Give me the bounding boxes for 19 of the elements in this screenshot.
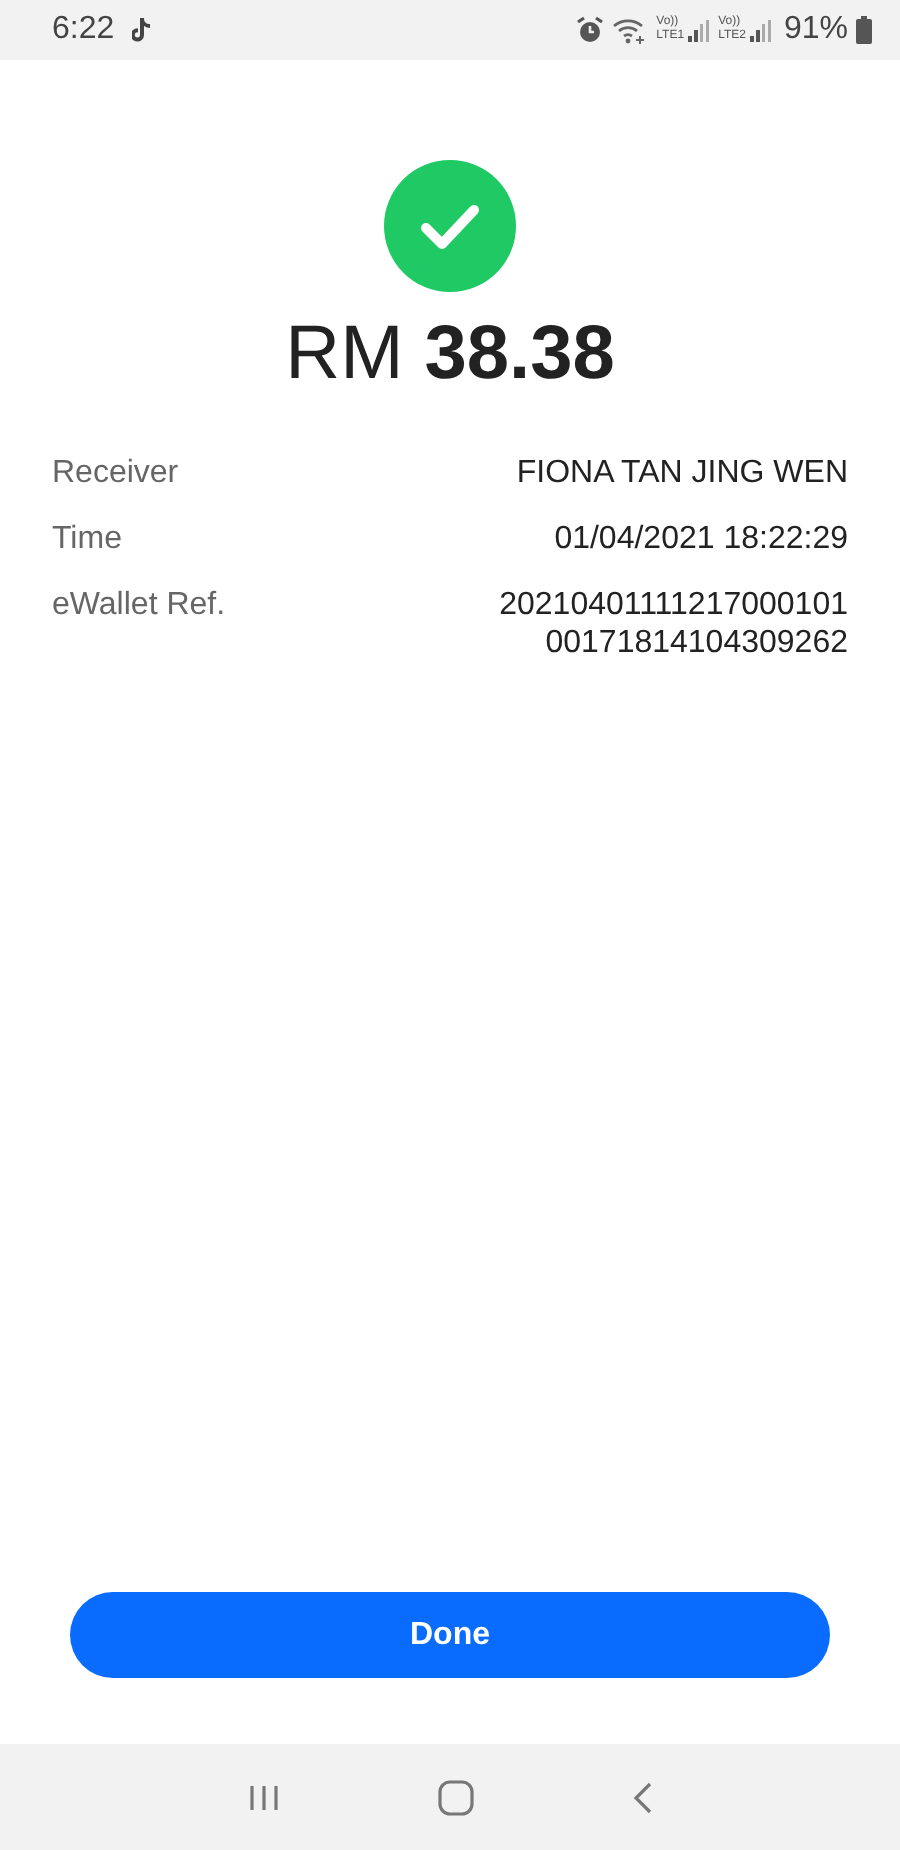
amount-text: RM 38.38 (285, 312, 615, 398)
alarm-icon (576, 16, 605, 44)
detail-label: Receiver (52, 454, 179, 492)
detail-label: eWallet Ref. (52, 586, 226, 626)
wifi-icon (612, 17, 649, 43)
detail-value: FIONA TAN JING WEN (516, 454, 848, 492)
detail-value: 20210401111217000101 00171814104309262 (499, 586, 848, 662)
signal-icon (749, 19, 772, 41)
detail-label: Time (52, 520, 122, 558)
home-icon[interactable] (437, 1779, 474, 1815)
battery-percent: 91% (783, 12, 848, 48)
detail-value: 01/04/2021 18:22:29 (554, 520, 848, 558)
back-icon[interactable] (631, 1781, 652, 1813)
recent-apps-icon[interactable] (248, 1783, 281, 1811)
note-icon (132, 18, 151, 42)
done-button[interactable]: Done (70, 1592, 830, 1678)
clock-time: 6:22 (52, 12, 115, 48)
signal-icon (688, 19, 711, 41)
battery-icon (856, 16, 872, 44)
